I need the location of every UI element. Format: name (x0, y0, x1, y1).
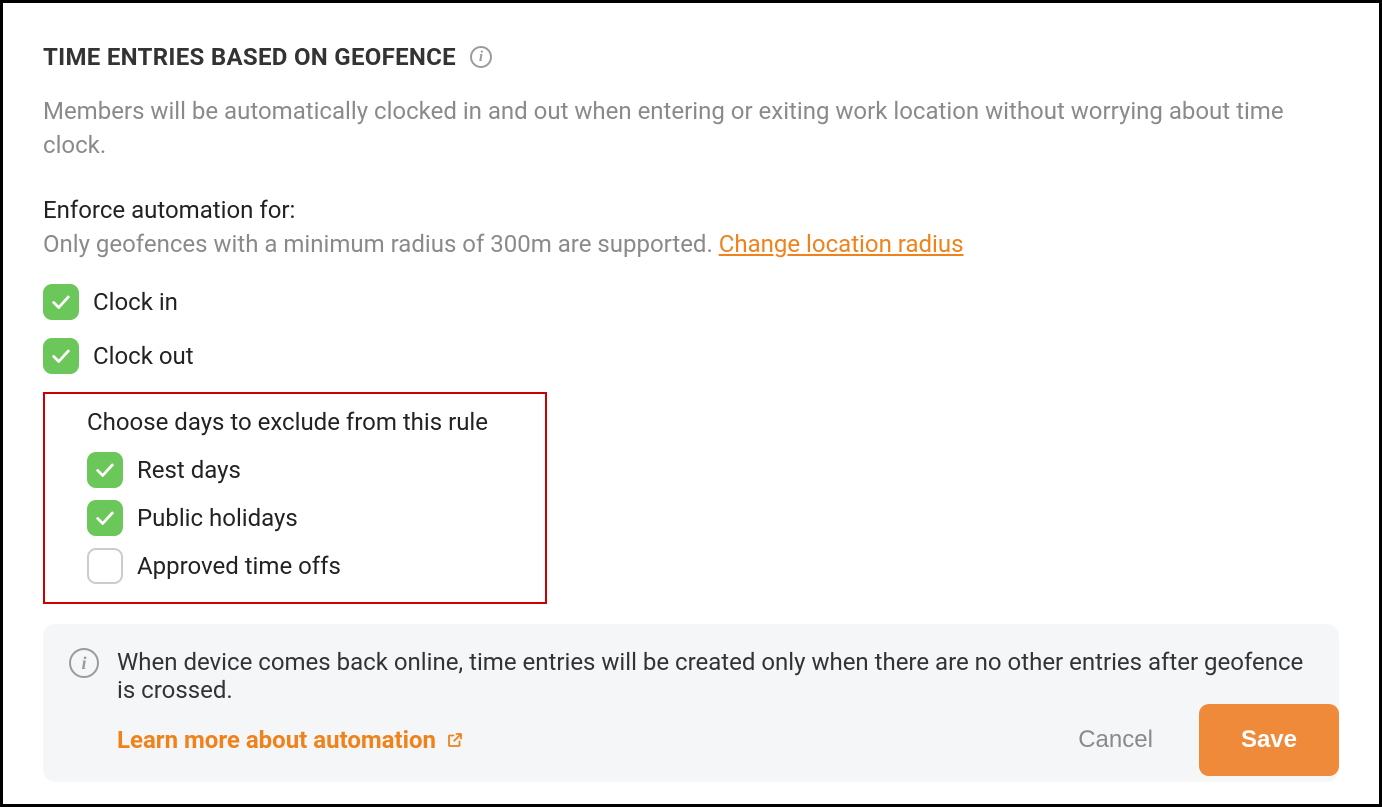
clock-in-label: Clock in (93, 288, 178, 316)
info-text: When device comes back online, time entr… (117, 648, 1313, 704)
checkmark-icon (94, 507, 116, 529)
enforce-hint: Only geofences with a minimum radius of … (43, 230, 1339, 258)
exclude-days-panel: Choose days to exclude from this rule Re… (43, 392, 547, 604)
clock-in-checkbox[interactable] (43, 284, 79, 320)
clock-out-label: Clock out (93, 342, 194, 370)
checkmark-icon (50, 345, 72, 367)
learn-more-link[interactable]: Learn more about automation (117, 726, 464, 754)
page-subtitle: Members will be automatically clocked in… (43, 95, 1339, 162)
enforce-hint-text: Only geofences with a minimum radius of … (43, 230, 719, 258)
page-title: TIME ENTRIES BASED ON GEOFENCE (43, 43, 456, 71)
change-location-radius-link[interactable]: Change location radius (719, 230, 964, 258)
rest-days-label: Rest days (137, 456, 241, 484)
clock-out-checkbox[interactable] (43, 338, 79, 374)
exclude-title: Choose days to exclude from this rule (87, 408, 525, 436)
enforce-label: Enforce automation for: (43, 196, 1339, 224)
checkmark-icon (50, 291, 72, 313)
learn-more-label: Learn more about automation (117, 726, 436, 754)
rest-days-checkbox[interactable] (87, 452, 123, 488)
approved-time-offs-checkbox[interactable] (87, 548, 123, 584)
footer: Cancel Save (1072, 704, 1339, 776)
info-icon[interactable]: i (470, 46, 492, 68)
external-link-icon (446, 731, 464, 749)
public-holidays-label: Public holidays (137, 504, 298, 532)
public-holidays-checkbox[interactable] (87, 500, 123, 536)
cancel-button[interactable]: Cancel (1072, 725, 1159, 755)
checkmark-icon (94, 459, 116, 481)
approved-time-offs-label: Approved time offs (137, 552, 341, 580)
info-icon: i (69, 648, 99, 678)
save-button[interactable]: Save (1199, 704, 1339, 776)
